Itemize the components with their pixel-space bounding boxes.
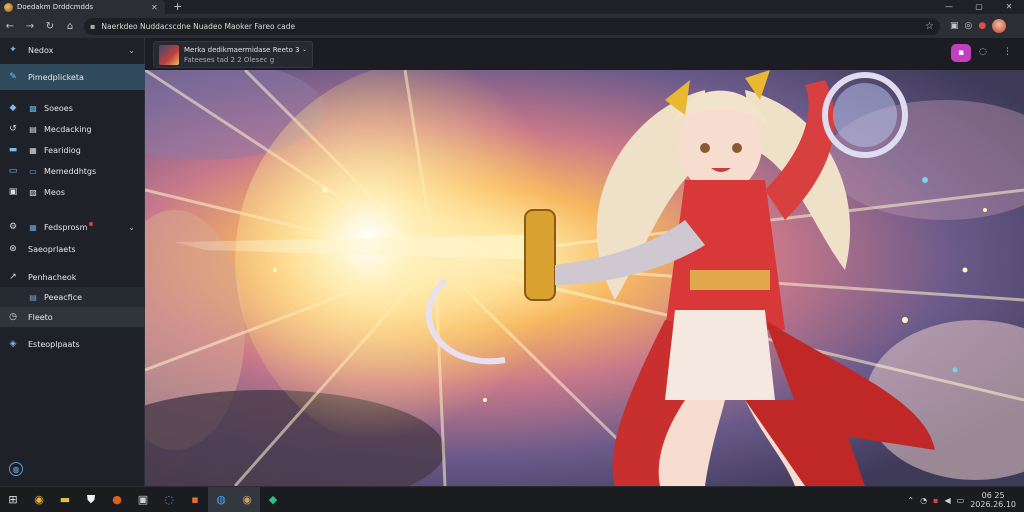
sidebar-item[interactable]: ⊛ Saeoprlaets [0, 239, 145, 259]
profile-avatar[interactable] [992, 19, 1007, 33]
document-icon: ▤ [29, 124, 37, 134]
app-icon[interactable]: ◆ [260, 487, 286, 512]
chevron-down-icon[interactable]: ⌄ [128, 223, 135, 232]
arrow-icon: ↗ [9, 272, 17, 282]
sidebar-menu-icon: ✦ [9, 45, 17, 55]
notification-badge [89, 222, 94, 226]
card-subtitle: Fateeses tad 2 2 Olesec g [184, 55, 275, 64]
taskbar: ⊞ ◉ ▬ ⛊ ● ▣ ◌ ▪ ◍ ◉ ◆ ⌃ ◔ ▪ ◀ ▭ 06 25 20… [0, 486, 1024, 512]
chevron-up-icon[interactable]: ⌃ [907, 496, 914, 505]
chevron-down-icon[interactable]: ⌄ [302, 46, 307, 53]
navigation-bar: ← → ↻ ⌂ ▪ Naerkdeo Nuddacscdne Nuadeo Ma… [0, 14, 1024, 38]
home-icon[interactable]: ⌂ [60, 21, 80, 32]
network-icon[interactable]: ◔ [920, 496, 927, 505]
app-icon[interactable]: ● [104, 487, 130, 512]
sidebar-header[interactable]: ✦ Nedox ⌄ [0, 40, 145, 60]
new-tab-icon[interactable]: + [173, 0, 182, 14]
anime-illustration [145, 70, 1024, 486]
bookmark-star-icon[interactable]: ☆ [925, 21, 934, 32]
close-window-icon[interactable]: ✕ [994, 0, 1024, 14]
sidebar-subitem[interactable]: ▤ Peeacfice [0, 287, 145, 307]
thumb-icon: ◆ [9, 103, 17, 113]
browser-icon[interactable]: ◍ [208, 486, 234, 512]
sidebar-item[interactable]: ◷ Fleeto [0, 307, 145, 327]
address-bar[interactable]: ▪ Naerkdeo Nuddacscdne Nuadeo Maoker Far… [84, 17, 940, 35]
sidebar-item[interactable]: ↺ ▤ Mecdacking [0, 119, 145, 139]
maximize-icon[interactable]: ▢ [964, 0, 994, 14]
url-text: Naerkdeo Nuddacscdne Nuadeo Maoker Fareo… [101, 21, 296, 31]
page-info-icon[interactable]: ▪ [90, 22, 95, 31]
extension-icon[interactable]: ◎ [965, 21, 973, 31]
compass-icon: ⊛ [9, 244, 17, 254]
sidebar-item-active[interactable]: ✎ Pimedplicketa [0, 64, 145, 90]
tab-strip: Doedakm Drddcmdds ✕ + — ▢ ✕ [0, 0, 1024, 14]
shield-icon[interactable]: ⛊ [78, 487, 104, 512]
extension-icon[interactable]: ● [978, 21, 986, 31]
chat-button[interactable]: ▪ [951, 44, 971, 62]
extension-icon[interactable]: ▣ [950, 21, 959, 31]
info-icon[interactable]: ◌ [979, 47, 987, 57]
minimize-icon[interactable]: — [934, 0, 964, 14]
tab-close-icon[interactable]: ✕ [151, 3, 158, 12]
start-icon[interactable]: ⊞ [0, 487, 26, 512]
back-icon[interactable]: ← [0, 21, 20, 32]
folder-icon[interactable]: ▬ [52, 487, 78, 512]
browser-window: Doedakm Drddcmdds ✕ + — ▢ ✕ ← → ↻ ⌂ ▪ Na… [0, 0, 1024, 512]
tab-favicon-icon [4, 2, 13, 12]
edge-icon[interactable]: ◌ [156, 487, 182, 512]
thumbnail-image [159, 44, 179, 65]
reload-icon[interactable]: ↻ [40, 21, 60, 32]
tab-title: Doedakm Drddcmdds [17, 3, 94, 11]
clock-date: 2026.26.10 [970, 500, 1016, 509]
app-icon[interactable]: ▪ [182, 487, 208, 512]
chrome-icon[interactable]: ◉ [26, 487, 52, 512]
settings-icon: ⚙ [8, 222, 18, 232]
more-icon[interactable]: ⋮ [1003, 47, 1012, 57]
folder-icon: ▩ [29, 103, 37, 113]
content-header: Merka dedikmaermidase Reeto 3 Fateeses t… [145, 38, 1024, 70]
tag-icon: ◈ [9, 339, 17, 349]
clock-time: 06 25 [981, 491, 1005, 500]
clock[interactable]: 06 25 2026.26.10 [970, 491, 1016, 509]
media-card[interactable]: Merka dedikmaermidase Reeto 3 Fateeses t… [153, 41, 313, 68]
sidebar-item[interactable]: ◈ Esteoplpaats [0, 334, 145, 354]
volume-icon[interactable]: ◀ [944, 496, 950, 505]
sidebar-item[interactable]: ⚙ ▦ Fedsprosm ⌄ [0, 217, 145, 237]
chart-icon: ▤ [29, 292, 37, 302]
card-title: Merka dedikmaermidase Reeto 3 [184, 45, 300, 54]
artwork-image [145, 70, 1024, 486]
clock-icon: ◷ [9, 312, 17, 322]
chevron-down-icon[interactable]: ⌄ [128, 46, 135, 55]
extensions-area: ▣ ◎ ● [950, 19, 1007, 33]
pin-icon: ✎ [9, 72, 17, 82]
keyboard-icon[interactable]: ▭ [957, 496, 965, 505]
sidebar-item[interactable]: ▣ ▨ Meos [0, 182, 145, 202]
notification-icon[interactable]: ▪ [933, 496, 938, 505]
map-icon: ▨ [29, 187, 37, 197]
undo-icon: ↺ [9, 124, 17, 134]
sidebar-item[interactable]: ↗ Penhacheok [0, 267, 145, 287]
window-icon: ▭ [29, 166, 37, 176]
window-controls: — ▢ ✕ [934, 0, 1024, 14]
calendar-icon: ▦ [29, 145, 37, 155]
system-tray: ⌃ ◔ ▪ ◀ ▭ 06 25 2026.26.10 [907, 487, 1016, 512]
forward-icon[interactable]: → [20, 21, 40, 32]
grid-icon: ▦ [29, 222, 37, 232]
app-icon[interactable]: ◉ [234, 486, 260, 512]
browser-tab[interactable]: Doedakm Drddcmdds ✕ [0, 0, 165, 14]
layers-icon: ▭ [8, 166, 18, 176]
store-icon[interactable]: ▣ [130, 487, 156, 512]
sidebar-item[interactable]: ◆ ▩ Soeoes [0, 98, 145, 118]
globe-icon[interactable]: ◍ [9, 462, 23, 476]
sidebar-item[interactable]: ▬ ▦ Fearidiog [0, 140, 145, 160]
sidebar: ✦ Nedox ⌄ ✎ Pimedplicketa ◆ ▩ Soeoes ↺ ▤… [0, 38, 145, 486]
image-icon: ▣ [8, 187, 18, 197]
card-icon: ▬ [8, 145, 18, 155]
sidebar-item[interactable]: ▭ ▭ Memeddhtgs [0, 161, 145, 181]
